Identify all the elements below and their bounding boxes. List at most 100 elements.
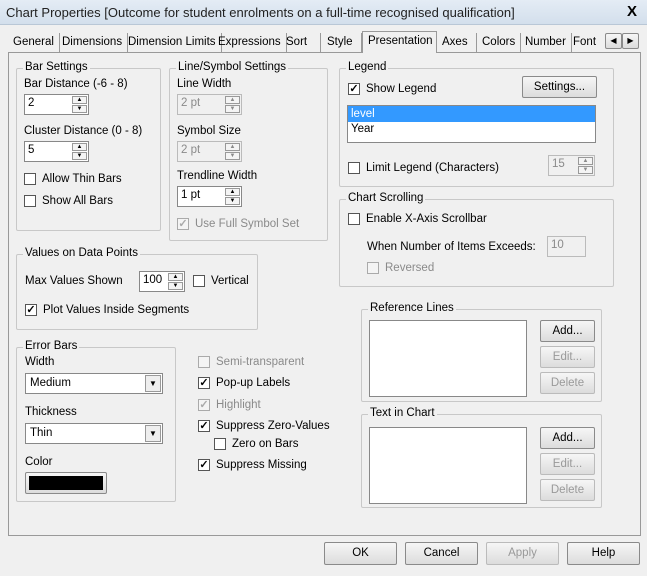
checkbox-checked-icon: ✓ (348, 83, 360, 95)
tab-expressions[interactable]: Expressions (213, 33, 287, 53)
max-values-value: 100 (143, 274, 163, 286)
use-full-symbol-set-checkbox[interactable]: ✓ Use Full Symbol Set (177, 218, 299, 230)
spin-up-icon[interactable]: ▲ (578, 157, 593, 165)
group-label: Values on Data Points (23, 247, 140, 259)
show-all-bars-checkbox[interactable]: Show All Bars (24, 195, 113, 207)
spin-down-icon[interactable]: ▼ (578, 166, 593, 174)
items-exceed-input[interactable]: 10 (547, 236, 586, 257)
group-label: Chart Scrolling (346, 192, 426, 204)
tab-scroll-right-icon[interactable]: ▶ (622, 33, 639, 49)
group-label: Reference Lines (368, 302, 456, 314)
tab-style[interactable]: Style (322, 33, 362, 53)
tab-number[interactable]: Number (520, 33, 572, 53)
cancel-button[interactable]: Cancel (405, 542, 478, 565)
tab-axes[interactable]: Axes (437, 33, 477, 53)
cluster-distance-value: 5 (28, 144, 35, 156)
checkbox-checked-icon: ✓ (198, 459, 210, 471)
checkbox-label: Reversed (385, 262, 435, 274)
show-legend-checkbox[interactable]: ✓ Show Legend (348, 83, 436, 95)
text-add-button[interactable]: Add... (540, 427, 595, 449)
symbol-size-label: Symbol Size (177, 125, 241, 137)
error-color-button[interactable] (25, 472, 107, 494)
suppress-zero-checkbox[interactable]: ✓ Suppress Zero-Values (198, 420, 330, 432)
popup-labels-checkbox[interactable]: ✓ Pop-up Labels (198, 377, 290, 389)
line-width-stepper[interactable]: 2 pt ▲ ▼ (177, 94, 242, 115)
text-delete-button[interactable]: Delete (540, 479, 595, 501)
limit-legend-stepper[interactable]: 15 ▲ ▼ (548, 155, 595, 176)
checkbox-label: Vertical (211, 275, 249, 287)
zero-on-bars-checkbox[interactable]: Zero on Bars (214, 438, 298, 450)
checkbox-checked-icon: ✓ (198, 377, 210, 389)
checkbox-checked-icon: ✓ (198, 420, 210, 432)
limit-legend-checkbox[interactable]: Limit Legend (Characters) (348, 162, 499, 174)
group-label: Legend (346, 61, 389, 73)
tab-presentation[interactable]: Presentation (362, 31, 437, 53)
items-exceed-label: When Number of Items Exceeds: (367, 241, 536, 253)
tab-sort[interactable]: Sort (281, 33, 321, 53)
text-edit-button[interactable]: Edit... (540, 453, 595, 475)
spin-up-icon[interactable]: ▲ (225, 143, 240, 151)
spin-up-icon[interactable]: ▲ (168, 273, 183, 281)
tab-general[interactable]: General (8, 33, 60, 53)
reference-add-button[interactable]: Add... (540, 320, 595, 342)
checkbox-icon (24, 195, 36, 207)
suppress-missing-checkbox[interactable]: ✓ Suppress Missing (198, 459, 307, 471)
spin-down-icon[interactable]: ▼ (168, 282, 183, 290)
help-button[interactable]: Help (567, 542, 640, 565)
reference-edit-button[interactable]: Edit... (540, 346, 595, 368)
line-width-value: 2 pt (181, 97, 201, 109)
reversed-checkbox[interactable]: Reversed (367, 262, 434, 274)
list-item[interactable]: level (348, 106, 595, 122)
legend-list[interactable]: level Year (347, 105, 596, 143)
close-icon[interactable]: X (622, 3, 642, 21)
checkbox-label: Plot Values Inside Segments (43, 304, 190, 316)
max-values-stepper[interactable]: 100 ▲ ▼ (139, 271, 185, 292)
semi-transparent-checkbox[interactable]: Semi-transparent (198, 356, 304, 368)
reference-delete-button[interactable]: Delete (540, 372, 595, 394)
checkbox-icon (367, 262, 379, 274)
chevron-down-icon[interactable]: ▼ (145, 425, 161, 442)
enable-x-axis-scrollbar-checkbox[interactable]: Enable X-Axis Scrollbar (348, 213, 487, 225)
checkbox-label: Suppress Zero-Values (216, 420, 330, 432)
spin-up-icon[interactable]: ▲ (225, 96, 240, 104)
spin-up-icon[interactable]: ▲ (72, 143, 87, 151)
apply-button[interactable]: Apply (486, 542, 559, 565)
symbol-size-stepper[interactable]: 2 pt ▲ ▼ (177, 141, 242, 162)
highlight-checkbox[interactable]: ✓ Highlight (198, 399, 261, 411)
tab-colors[interactable]: Colors (477, 33, 522, 53)
ok-button[interactable]: OK (324, 542, 397, 565)
error-thickness-select[interactable]: Thin ▼ (25, 423, 163, 444)
group-label: Line/Symbol Settings (176, 61, 289, 73)
tab-font[interactable]: Font (568, 33, 601, 53)
checkbox-icon (348, 162, 360, 174)
spin-up-icon[interactable]: ▲ (225, 188, 240, 196)
error-width-select[interactable]: Medium ▼ (25, 373, 163, 394)
trendline-width-value: 1 pt (181, 189, 201, 201)
tab-dimension-limits[interactable]: Dimension Limits (123, 33, 222, 53)
list-item[interactable]: Year (348, 122, 595, 136)
allow-thin-bars-checkbox[interactable]: Allow Thin Bars (24, 173, 122, 185)
cluster-distance-stepper[interactable]: 5 ▲ ▼ (24, 141, 89, 162)
spin-down-icon[interactable]: ▼ (72, 105, 87, 113)
checkbox-icon (24, 173, 36, 185)
legend-settings-button[interactable]: Settings... (522, 76, 597, 98)
vertical-checkbox[interactable]: Vertical (193, 275, 249, 287)
spin-down-icon[interactable]: ▼ (225, 197, 240, 205)
checkbox-label: Pop-up Labels (216, 377, 291, 389)
checkbox-label: Zero on Bars (232, 438, 299, 450)
chevron-down-icon[interactable]: ▼ (145, 375, 161, 392)
spin-down-icon[interactable]: ▼ (225, 105, 240, 113)
spin-down-icon[interactable]: ▼ (72, 152, 87, 160)
spin-up-icon[interactable]: ▲ (72, 96, 87, 104)
trendline-width-stepper[interactable]: 1 pt ▲ ▼ (177, 186, 242, 207)
tab-scroll-left-icon[interactable]: ◀ (605, 33, 622, 49)
bar-distance-stepper[interactable]: 2 ▲ ▼ (24, 94, 89, 115)
text-in-chart-list[interactable] (369, 427, 527, 504)
checkbox-icon (348, 213, 360, 225)
max-values-label: Max Values Shown (25, 275, 123, 287)
spin-down-icon[interactable]: ▼ (225, 152, 240, 160)
symbol-size-value: 2 pt (181, 144, 201, 156)
tab-dimensions[interactable]: Dimensions (57, 33, 129, 53)
reference-lines-list[interactable] (369, 320, 527, 397)
plot-values-inside-checkbox[interactable]: ✓ Plot Values Inside Segments (25, 304, 189, 316)
